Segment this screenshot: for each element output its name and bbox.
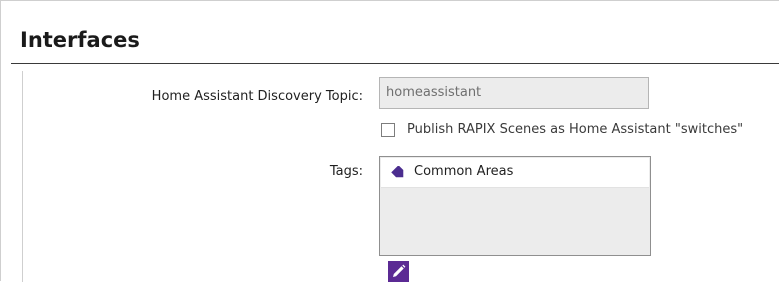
tag-item[interactable]: Common Areas [381,158,649,188]
discovery-topic-label: Home Assistant Discovery Topic: [151,89,363,104]
pencil-icon [393,264,406,277]
publish-scenes-checkbox[interactable] [381,123,395,137]
section-divider [11,63,779,64]
form-border [22,71,23,282]
tag-icon [391,166,404,178]
publish-scenes-label[interactable]: Publish RAPIX Scenes as Home Assistant "… [407,122,743,138]
interfaces-panel: Interfaces Home Assistant Discovery Topi… [0,0,779,282]
tag-item-label: Common Areas [414,164,514,179]
discovery-topic-input[interactable]: homeassistant [379,77,649,109]
edit-tags-button[interactable] [388,261,409,282]
tags-label: Tags: [329,164,363,179]
tags-list[interactable]: Common Areas [379,156,651,256]
section-title: Interfaces [20,28,140,52]
